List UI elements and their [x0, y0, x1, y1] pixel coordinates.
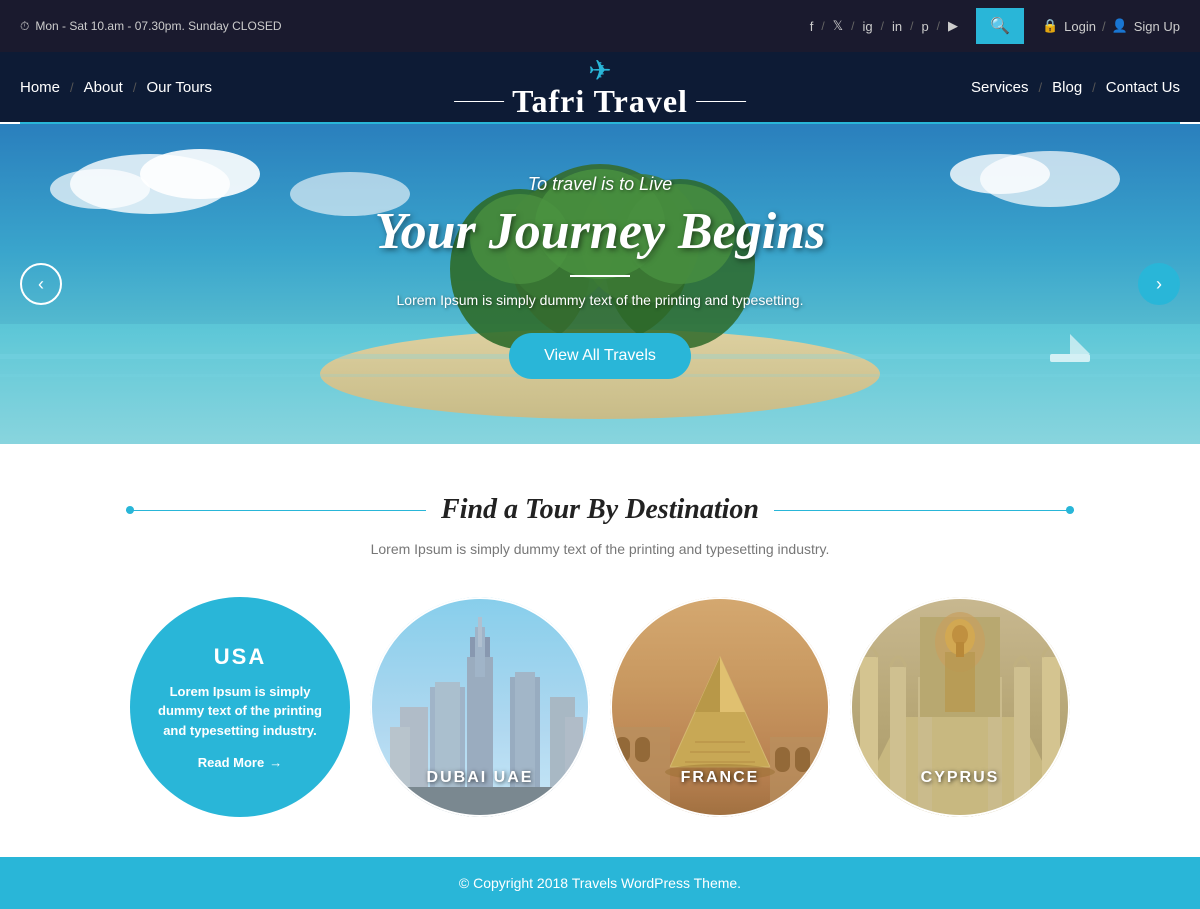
logo: ✈ Tafri Travel — [454, 54, 746, 120]
footer: © Copyright 2018 Travels WordPress Theme… — [0, 857, 1200, 909]
hero-divider — [570, 275, 630, 277]
nav-contact[interactable]: Contact Us — [1106, 74, 1180, 101]
nav-services[interactable]: Services — [971, 74, 1029, 101]
auth-links: 🔒 Login / 👤 Sign Up — [1042, 18, 1180, 34]
hero-subtitle: To travel is to Live — [0, 174, 1200, 195]
hero-description: Lorem Ipsum is simply dummy text of the … — [0, 292, 1200, 308]
arrow-right-icon: → — [269, 755, 282, 770]
destinations-section: Find a Tour By Destination Lorem Ipsum i… — [0, 444, 1200, 857]
divider: / — [881, 19, 884, 33]
copyright-text: © Copyright 2018 Travels WordPress Theme… — [459, 875, 741, 891]
usa-read-more[interactable]: Read More → — [198, 755, 282, 770]
nav-blog[interactable]: Blog — [1052, 74, 1082, 101]
lock-icon: 🔒 — [1042, 18, 1058, 34]
linkedin-link[interactable]: in — [892, 19, 902, 34]
pinterest-link[interactable]: p — [921, 19, 928, 34]
section-title: Find a Tour By Destination — [441, 494, 759, 526]
nav-about[interactable]: About — [84, 74, 123, 101]
destination-france[interactable]: FRANCE — [610, 597, 830, 817]
top-bar-right: f / 𝕏 / ig / in / p / ▶ 🔍 🔒 Login / 👤 Si… — [810, 8, 1180, 44]
slider-prev-button[interactable]: ‹ — [20, 263, 62, 305]
facebook-link[interactable]: f — [810, 19, 814, 34]
destinations-grid: USA Lorem Ipsum is simply dummy text of … — [30, 597, 1170, 817]
section-description: Lorem Ipsum is simply dummy text of the … — [30, 541, 1170, 557]
nav-right: Services / Blog / Contact Us — [971, 74, 1180, 101]
nav-left: Home / About / Our Tours — [20, 74, 212, 101]
logo-text: Tafri Travel — [512, 83, 688, 120]
top-bar: ⏱ Mon - Sat 10.am - 07.30pm. Sunday CLOS… — [0, 0, 1200, 52]
usa-description: Lorem Ipsum is simply dummy text of the … — [150, 682, 330, 741]
nav-home[interactable]: Home — [20, 74, 60, 101]
divider: / — [1102, 19, 1106, 34]
title-line-left — [126, 510, 426, 511]
main-nav: Home / About / Our Tours ✈ Tafri Travel … — [0, 52, 1200, 122]
user-icon: 👤 — [1112, 18, 1128, 34]
signup-link[interactable]: Sign Up — [1134, 19, 1180, 34]
logo-lines: Tafri Travel — [454, 83, 746, 120]
hours-text: Mon - Sat 10.am - 07.30pm. Sunday CLOSED — [35, 19, 281, 33]
clock-icon: ⏱ — [20, 19, 29, 34]
france-name-label: FRANCE — [681, 769, 760, 786]
usa-name: USA — [214, 644, 266, 670]
twitter-link[interactable]: 𝕏 — [833, 18, 843, 34]
slider-next-button[interactable]: › — [1138, 263, 1180, 305]
destination-usa[interactable]: USA Lorem Ipsum is simply dummy text of … — [130, 597, 350, 817]
cyprus-label: CYPRUS — [850, 769, 1070, 787]
hero-title: Your Journey Begins — [0, 203, 1200, 260]
cyprus-name-label: CYPRUS — [921, 769, 1000, 786]
divider: / — [821, 19, 824, 33]
dubai-label: DUBAI UAE — [370, 769, 590, 787]
divider: / — [937, 19, 940, 33]
logo-line-right — [696, 101, 746, 102]
divider: / — [910, 19, 913, 33]
youtube-link[interactable]: ▶ — [948, 18, 958, 34]
instagram-link[interactable]: ig — [863, 19, 873, 34]
divider: / — [851, 19, 854, 33]
business-hours: ⏱ Mon - Sat 10.am - 07.30pm. Sunday CLOS… — [20, 19, 282, 34]
view-all-travels-button[interactable]: View All Travels — [509, 333, 691, 379]
hero-content: To travel is to Live Your Journey Begins… — [0, 124, 1200, 379]
section-title-wrap: Find a Tour By Destination — [30, 494, 1170, 526]
nav-our-tours[interactable]: Our Tours — [146, 74, 212, 101]
logo-line-left — [454, 101, 504, 102]
search-button[interactable]: 🔍 — [976, 8, 1024, 44]
title-line-right — [774, 510, 1074, 511]
france-label: FRANCE — [610, 769, 830, 787]
destination-cyprus[interactable]: CYPRUS — [850, 597, 1070, 817]
dubai-name-label: DUBAI UAE — [427, 769, 534, 786]
read-more-text: Read More — [198, 755, 264, 770]
destination-dubai[interactable]: DUBAI UAE — [370, 597, 590, 817]
hero-slider: ‹ › To travel is to Live Your Journey Be… — [0, 124, 1200, 444]
login-link[interactable]: Login — [1064, 19, 1096, 34]
